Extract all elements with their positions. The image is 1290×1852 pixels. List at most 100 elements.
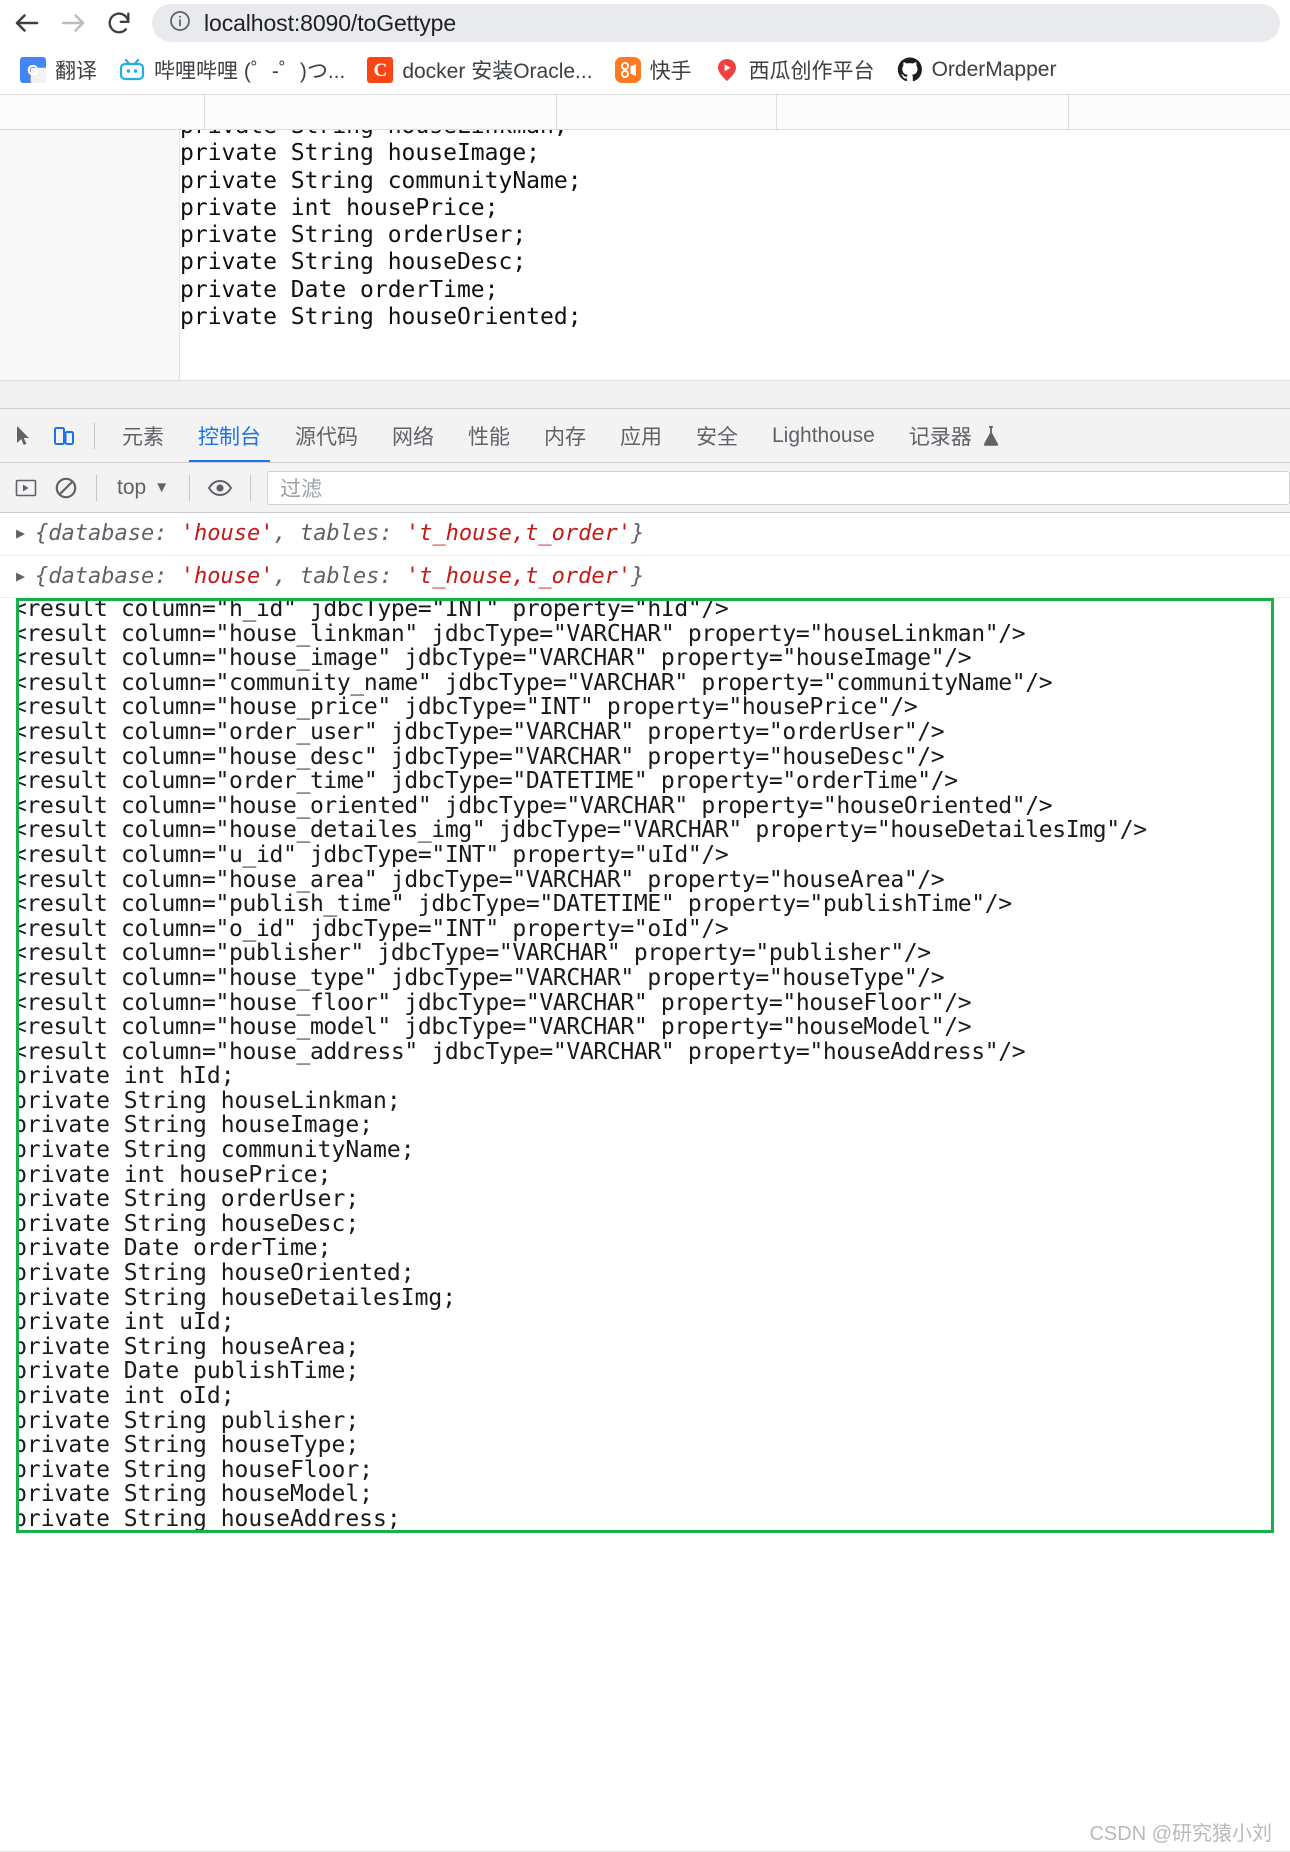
devtools-tab-elements[interactable]: 元素 [105,409,181,462]
result-mapping-line: <result column="house_detailes_img" jdbc… [16,817,1147,844]
console-toolbar: top ▼ 过滤 [0,463,1290,513]
result-mapping-line: <result column="order_user" jdbcType="VA… [16,718,945,745]
bookmark-label: docker 安装Oracle... [402,60,593,83]
page-header-cell [0,95,205,129]
eye-icon [207,479,233,496]
bookmark-xigua[interactable]: 西瓜创作平台 [704,50,885,90]
console-log-entry[interactable]: ▶ {database: 'house', tables: 't_house,t… [0,556,1290,598]
reload-button[interactable] [98,2,140,44]
console-context-selector[interactable]: top ▼ [107,472,179,504]
page-header-cell [205,95,557,129]
java-field-line: private String houseAddress; [16,1505,401,1532]
devtools-tab-recorder[interactable]: 记录器 [892,409,1018,462]
tab-label: 性能 [468,425,510,449]
page-viewport: private String houseLinkman; private Str… [0,94,1290,408]
result-mapping-line: <result column="u_id" jdbcType="INT" pro… [16,841,729,868]
forward-button[interactable] [52,2,94,44]
java-field-line: private String houseArea; [16,1333,360,1360]
bookmark-translate[interactable]: G 翻译 [10,50,107,90]
cursor-inspect-icon [17,425,29,445]
tab-label: 安全 [696,425,738,449]
result-mapping-line: <result column="house_desc" jdbcType="VA… [16,743,945,770]
back-arrow-icon [15,14,39,32]
result-mapping-line: <result column="o_id" jdbcType="INT" pro… [16,915,729,942]
result-mapping-line: <result column="house_type" jdbcType="VA… [16,964,945,991]
code-gutter [0,130,180,380]
execute-arrow-icon [15,479,37,496]
tab-label: 应用 [620,425,662,449]
devtools-tab-application[interactable]: 应用 [603,409,679,462]
reload-icon [108,12,130,34]
java-field-line: private String houseFloor; [16,1456,374,1483]
bookmark-kuaishou[interactable]: 快手 [605,50,702,90]
console-log-entry[interactable]: ▶ {database: 'house', tables: 't_house,t… [0,513,1290,556]
devtools-tab-console[interactable]: 控制台 [181,409,278,462]
info-circle-icon[interactable] [168,9,192,38]
java-field-line: private String publisher; [16,1407,360,1434]
code-line: private String houseImage; [180,140,541,167]
result-mapping-line: <result column="publish_time" jdbcType="… [16,891,1012,918]
toolbar-divider [96,474,97,501]
java-field-line: private int housePrice; [16,1161,332,1188]
page-footer-strip [0,380,1290,408]
flask-icon [981,425,1001,447]
result-mapping-line: <result column="community_name" jdbcType… [16,669,1053,696]
tab-label: 记录器 [908,425,972,449]
devtools-tab-security[interactable]: 安全 [679,409,755,462]
java-field-line: private String houseModel; [16,1481,374,1508]
tab-label: Lighthouse [772,423,875,447]
console-filter-input[interactable]: 过滤 [267,470,1290,505]
devtools-tab-performance[interactable]: 性能 [451,409,527,462]
tab-label: 元素 [122,425,164,449]
expand-arrow-icon[interactable]: ▶ [16,524,25,543]
java-field-line: private Date publishTime; [16,1358,360,1385]
java-field-line: private Date orderTime; [16,1235,332,1262]
context-label: top [117,475,147,499]
execute-button[interactable] [6,468,46,508]
log-object: {database: 'house', tables: 't_house,t_o… [35,563,645,589]
expand-arrow-icon[interactable]: ▶ [16,567,25,586]
bookmark-bilibili[interactable]: 哔哩哔哩 (゜-゜)つ... [109,50,355,90]
code-line: private Date orderTime; [180,276,499,303]
address-bar-text[interactable]: localhost:8090/toGettype [204,10,456,37]
result-mapping-line: <result column="order_time" jdbcType="DA… [16,768,958,795]
tab-label: 内存 [544,425,586,449]
console-output-wrap: <result column="h_id" jdbcType="INT" pro… [0,598,1290,1533]
page-header-cell [1069,95,1290,129]
highlighted-output-box: <result column="h_id" jdbcType="INT" pro… [16,598,1274,1533]
page-code-pane: private String houseLinkman; private Str… [0,130,1290,380]
back-button[interactable] [6,2,48,44]
inspect-element-button[interactable] [4,416,44,456]
java-field-line: private String communityName; [16,1137,415,1164]
java-field-line: private int hId; [16,1063,235,1090]
live-expression-button[interactable] [200,468,240,508]
result-mapping-line: <result column="house_linkman" jdbcType=… [16,620,1026,647]
clear-console-icon [55,477,77,498]
bookmark-label: 快手 [649,60,692,83]
bilibili-icon [119,57,145,83]
page-table-header-row [0,94,1290,130]
console-log-area: ▶ {database: 'house', tables: 't_house,t… [0,513,1290,598]
bookmark-label: 西瓜创作平台 [748,60,875,83]
log-object: {database: 'house', tables: 't_house,t_o… [35,521,645,546]
result-mapping-line: <result column="publisher" jdbcType="VAR… [16,940,931,967]
result-mapping-line: <result column="house_area" jdbcType="VA… [16,866,945,893]
devtools-tab-network[interactable]: 网络 [375,409,451,462]
bookmark-ordermapper[interactable]: OrderMapper [887,52,1067,88]
toolbar-divider [189,474,191,501]
address-bar[interactable]: localhost:8090/toGettype [152,4,1280,42]
code-line: private String houseOriented; [180,304,582,331]
code-line: private int housePrice; [180,194,499,221]
java-field-line: private String houseType; [16,1432,360,1459]
toggle-device-toolbar-button[interactable] [44,416,84,456]
devtools-tab-lighthouse[interactable]: Lighthouse [755,409,892,462]
clear-console-button[interactable] [46,468,86,508]
devtools-tabbar: 元素 控制台 源代码 网络 性能 内存 应用 安全 Lighthouse 记录器 [0,409,1290,463]
bookmark-label: 哔哩哔哩 (゜-゜)つ... [154,60,346,83]
devtools-tab-sources[interactable]: 源代码 [278,409,375,462]
devtools-tab-memory[interactable]: 内存 [527,409,603,462]
java-field-line: private String orderUser; [16,1186,360,1213]
result-mapping-line: <result column="house_address" jdbcType=… [16,1038,1026,1065]
bookmark-docker-oracle[interactable]: C docker 安装Oracle... [357,50,602,90]
google-translate-icon: G [20,57,46,83]
